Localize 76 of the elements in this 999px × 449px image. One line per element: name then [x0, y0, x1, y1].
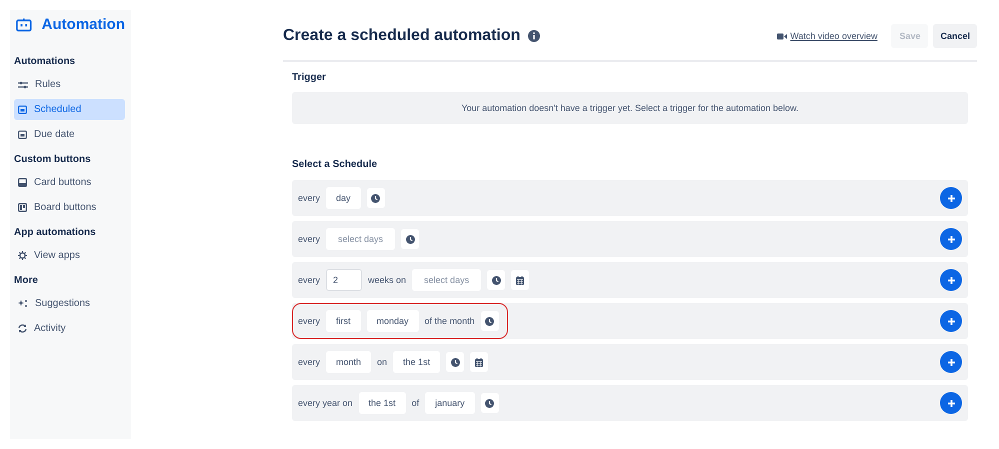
sparkle-icon — [18, 299, 28, 308]
add-button[interactable] — [940, 310, 962, 332]
clock-button[interactable] — [480, 393, 499, 413]
clock-icon — [492, 276, 501, 284]
section-heading: More — [14, 274, 39, 288]
label: every — [298, 316, 320, 326]
section-heading: Select a Schedule — [292, 159, 378, 170]
card-icon — [18, 178, 27, 187]
add-button[interactable] — [940, 269, 962, 291]
sliders-icon — [18, 80, 28, 88]
clock-icon — [485, 398, 494, 408]
sidebar-item[interactable]: Board buttons — [14, 197, 125, 218]
calendar-button[interactable] — [470, 352, 488, 372]
sidebar-item[interactable]: Rules — [14, 74, 125, 95]
dropdown[interactable]: the 1st — [393, 351, 440, 373]
add-button[interactable] — [940, 392, 962, 414]
clock-icon — [371, 194, 380, 202]
empty-trigger-message: Your automation doesn't have a trigger yet. Select a trigger for the automation below. — [461, 103, 799, 113]
sidebar-item[interactable]: Suggestions — [14, 293, 125, 314]
sidebar-item[interactable]: Scheduled — [14, 99, 125, 120]
clock-button[interactable] — [366, 188, 385, 208]
video-camera-icon — [777, 32, 788, 40]
label: every year on — [298, 398, 353, 408]
section-heading: Trigger — [292, 72, 327, 83]
calendar-icon — [475, 358, 484, 366]
dropdown[interactable]: first — [326, 310, 361, 332]
clock-button[interactable] — [480, 311, 499, 331]
label: weeks on — [368, 275, 406, 285]
plus-icon — [946, 358, 956, 366]
plus-icon — [946, 316, 956, 326]
number-field[interactable]: 2 — [326, 269, 362, 291]
label: on — [377, 357, 388, 367]
clock-button[interactable] — [401, 229, 420, 249]
label: every — [298, 193, 320, 203]
sidebar-item[interactable]: Activity — [14, 318, 125, 339]
plus-icon — [946, 398, 956, 408]
section-heading: Automations — [14, 55, 76, 69]
sidebar-item[interactable]: Card buttons — [14, 172, 125, 193]
label: of — [412, 398, 420, 408]
label: of the month — [424, 316, 475, 326]
calendar-icon — [18, 105, 27, 114]
dropdown[interactable]: month — [326, 351, 372, 373]
dropdown[interactable]: the 1st — [358, 392, 406, 414]
label: every — [298, 234, 320, 244]
calendar-button[interactable] — [511, 270, 530, 290]
gear-icon — [18, 251, 27, 260]
clock-icon — [406, 234, 415, 244]
board-icon — [18, 203, 27, 212]
clock-button[interactable] — [446, 352, 464, 372]
label: every — [298, 357, 320, 367]
calendar-icon — [18, 130, 27, 139]
add-button[interactable] — [940, 351, 962, 373]
video-link[interactable]: Watch video overview — [777, 31, 878, 41]
dropdown[interactable]: monday — [366, 310, 419, 332]
section-heading: Custom buttons — [14, 153, 92, 167]
dropdown[interactable]: day — [326, 187, 361, 209]
dropdown[interactable]: january — [425, 392, 475, 414]
sidebar-item[interactable]: Due date — [14, 124, 125, 145]
clock-icon — [450, 358, 460, 366]
section-heading: App automations — [14, 226, 97, 240]
robot-icon — [16, 18, 32, 32]
label: every — [298, 275, 320, 285]
clock-icon — [485, 316, 494, 326]
sidebar-item[interactable]: View apps — [14, 245, 125, 266]
info-icon — [528, 30, 540, 42]
plus-icon — [946, 194, 956, 202]
header-button[interactable]: Cancel — [933, 24, 977, 48]
clock-button[interactable] — [487, 270, 506, 290]
app-title: Automation — [42, 16, 125, 33]
plus-icon — [946, 276, 956, 284]
calendar-icon — [516, 276, 524, 284]
page-title: Create a scheduled automation — [283, 27, 520, 45]
add-button[interactable] — [940, 187, 962, 209]
plus-icon — [946, 234, 956, 244]
add-button[interactable] — [940, 228, 962, 250]
refresh-icon — [18, 324, 27, 333]
